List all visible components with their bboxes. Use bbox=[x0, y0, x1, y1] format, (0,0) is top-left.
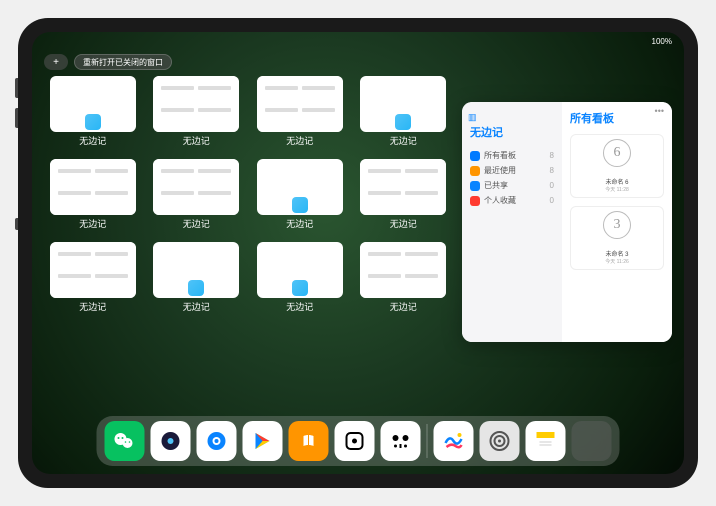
app-card-label: 无边记 bbox=[183, 134, 210, 147]
new-window-button[interactable]: + bbox=[44, 54, 68, 70]
dock-app-settings[interactable] bbox=[480, 421, 520, 461]
app-card-label: 无边记 bbox=[286, 134, 313, 147]
dock-app-wechat[interactable] bbox=[105, 421, 145, 461]
volume-button-2 bbox=[15, 108, 18, 128]
app-thumbnail bbox=[360, 159, 446, 215]
app-card-label: 无边记 bbox=[79, 134, 106, 147]
board-meta: 未命名 6今天 11:28 bbox=[605, 177, 629, 193]
sidebar-item-label: 个人收藏 bbox=[484, 195, 516, 206]
app-card-label: 无边记 bbox=[79, 217, 106, 230]
sidebar-item-icon bbox=[470, 196, 480, 206]
sidebar-item-label: 最近使用 bbox=[484, 165, 516, 176]
ipad-device: 100% + 重新打开已关闭的窗口 无边记无边记无边记无边记无边记无边记无边记无… bbox=[18, 18, 698, 488]
app-switcher-card[interactable]: 无边记 bbox=[48, 159, 138, 230]
app-thumbnail bbox=[153, 159, 239, 215]
dock-folder[interactable] bbox=[572, 421, 612, 461]
sidebar-item-icon bbox=[470, 151, 480, 161]
app-switcher-card[interactable]: 无边记 bbox=[255, 76, 345, 147]
dock-separator bbox=[427, 424, 428, 458]
app-thumbnail bbox=[360, 76, 446, 132]
dock-app-browser-blue[interactable] bbox=[197, 421, 237, 461]
sidebar-item-count: 0 bbox=[550, 181, 554, 190]
app-card-label: 无边记 bbox=[183, 217, 210, 230]
dock bbox=[97, 416, 620, 466]
app-switcher-card[interactable]: 无边记 bbox=[255, 242, 345, 313]
board-card[interactable]: 3 未命名 3今天 11:26 bbox=[570, 206, 664, 270]
board-thumbnail: 3 bbox=[603, 211, 631, 239]
window-more-icon[interactable]: ••• bbox=[655, 106, 664, 116]
freeform-window[interactable]: ••• ▥ 无边记 所有看板 8 最近使用 8 已共享 0 个人收藏 0 所有看板 6 未命名… bbox=[462, 102, 672, 342]
reopen-closed-window-button[interactable]: 重新打开已关闭的窗口 bbox=[74, 54, 172, 70]
app-card-label: 无边记 bbox=[390, 300, 417, 313]
dock-app-books[interactable] bbox=[289, 421, 329, 461]
app-switcher-grid: 无边记无边记无边记无边记无边记无边记无边记无边记无边记无边记无边记无边记 bbox=[48, 76, 448, 313]
dock-app-freeform[interactable] bbox=[434, 421, 474, 461]
app-switcher-card[interactable]: 无边记 bbox=[359, 242, 449, 313]
app-card-label: 无边记 bbox=[183, 300, 210, 313]
sidebar-item-label: 已共享 bbox=[484, 180, 508, 191]
app-switcher-card[interactable]: 无边记 bbox=[359, 159, 449, 230]
status-bar: 100% bbox=[32, 32, 684, 50]
dock-app-camera-scan[interactable] bbox=[381, 421, 421, 461]
app-thumbnail bbox=[50, 76, 136, 132]
top-bar: + 重新打开已关闭的窗口 bbox=[44, 54, 172, 70]
app-switcher-card[interactable]: 无边记 bbox=[48, 76, 138, 147]
dock-app-dice[interactable] bbox=[335, 421, 375, 461]
app-card-label: 无边记 bbox=[286, 217, 313, 230]
app-switcher-card[interactable]: 无边记 bbox=[359, 76, 449, 147]
main-title: 所有看板 bbox=[570, 110, 664, 126]
app-thumbnail bbox=[257, 242, 343, 298]
sidebar-item[interactable]: 个人收藏 0 bbox=[468, 193, 556, 208]
dock-app-notes[interactable] bbox=[526, 421, 566, 461]
board-meta: 未命名 3今天 11:26 bbox=[605, 249, 629, 265]
sidebar-toggle-icon[interactable]: ▥ bbox=[468, 112, 478, 122]
sidebar-item[interactable]: 所有看板 8 bbox=[468, 148, 556, 163]
sidebar-item-count: 0 bbox=[550, 196, 554, 205]
app-thumbnail bbox=[153, 76, 239, 132]
status-battery: 100% bbox=[652, 37, 672, 46]
app-thumbnail bbox=[257, 76, 343, 132]
app-switcher-card[interactable]: 无边记 bbox=[152, 242, 242, 313]
app-card-label: 无边记 bbox=[286, 300, 313, 313]
sidebar-item-icon bbox=[470, 181, 480, 191]
app-switcher-card[interactable]: 无边记 bbox=[255, 159, 345, 230]
freeform-sidebar: ▥ 无边记 所有看板 8 最近使用 8 已共享 0 个人收藏 0 bbox=[462, 102, 562, 342]
sidebar-item-count: 8 bbox=[550, 166, 554, 175]
sidebar-title: 无边记 bbox=[470, 124, 556, 140]
app-thumbnail bbox=[153, 242, 239, 298]
app-card-label: 无边记 bbox=[79, 300, 106, 313]
app-thumbnail bbox=[360, 242, 446, 298]
volume-button bbox=[15, 78, 18, 98]
app-thumbnail bbox=[50, 242, 136, 298]
freeform-main: 所有看板 6 未命名 6今天 11:28 3 未命名 3今天 11:26 bbox=[562, 102, 672, 342]
board-card[interactable]: 6 未命名 6今天 11:28 bbox=[570, 134, 664, 198]
app-switcher-card[interactable]: 无边记 bbox=[152, 159, 242, 230]
app-card-label: 无边记 bbox=[390, 217, 417, 230]
screen: 100% + 重新打开已关闭的窗口 无边记无边记无边记无边记无边记无边记无边记无… bbox=[32, 32, 684, 474]
sidebar-item-icon bbox=[470, 166, 480, 176]
board-thumbnail: 6 bbox=[603, 139, 631, 167]
sidebar-item[interactable]: 最近使用 8 bbox=[468, 163, 556, 178]
app-thumbnail bbox=[50, 159, 136, 215]
sidebar-item[interactable]: 已共享 0 bbox=[468, 178, 556, 193]
app-switcher-card[interactable]: 无边记 bbox=[48, 242, 138, 313]
side-button bbox=[15, 218, 18, 230]
dock-app-play[interactable] bbox=[243, 421, 283, 461]
sidebar-item-label: 所有看板 bbox=[484, 150, 516, 161]
app-switcher-card[interactable]: 无边记 bbox=[152, 76, 242, 147]
dock-app-browser-dark[interactable] bbox=[151, 421, 191, 461]
app-thumbnail bbox=[257, 159, 343, 215]
sidebar-item-count: 8 bbox=[550, 151, 554, 160]
app-card-label: 无边记 bbox=[390, 134, 417, 147]
